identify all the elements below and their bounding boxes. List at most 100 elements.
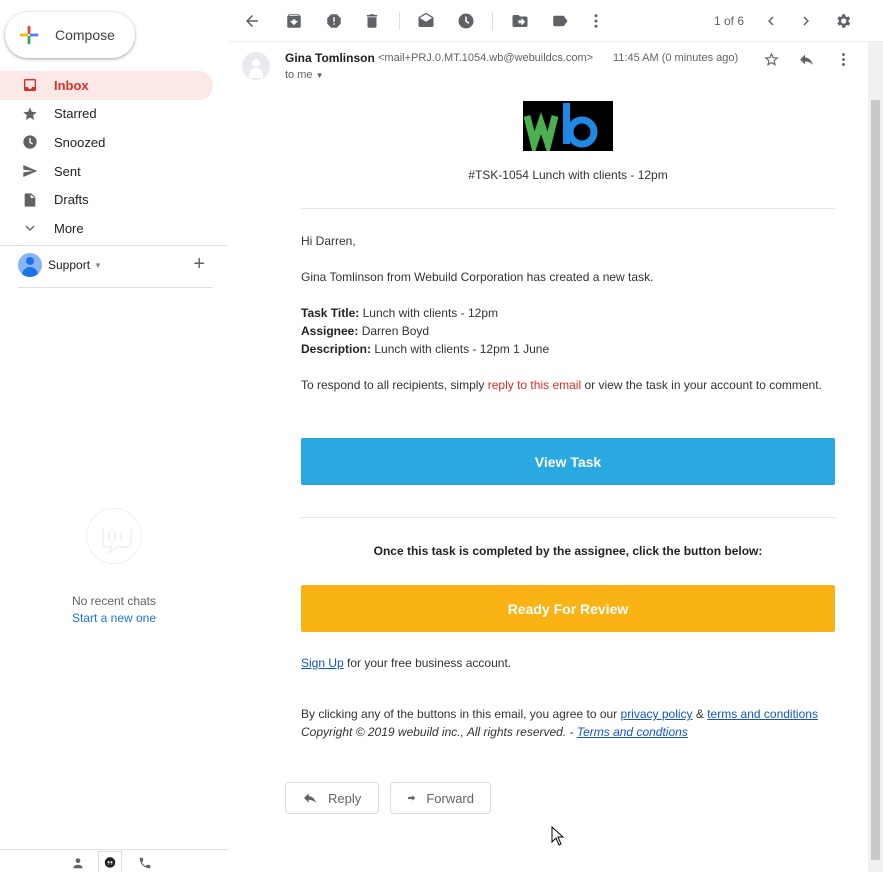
hangouts-icon[interactable] bbox=[98, 851, 122, 872]
sidebar-item-label: Snoozed bbox=[54, 134, 106, 150]
sign-up-link[interactable]: Sign Up bbox=[301, 656, 344, 670]
scrollbar-thumb[interactable] bbox=[871, 100, 880, 860]
draft-icon bbox=[22, 192, 38, 208]
terms-link[interactable]: terms and conditions bbox=[707, 707, 818, 721]
task-title-label: Task Title: bbox=[301, 306, 360, 320]
move-to-icon[interactable] bbox=[510, 11, 530, 31]
description-row: Description: Lunch with clients - 12pm 1… bbox=[301, 340, 835, 358]
snooze-icon[interactable] bbox=[456, 11, 476, 31]
respond-text: To respond to all recipients, simply rep… bbox=[301, 376, 835, 394]
reply-icon bbox=[304, 793, 316, 804]
sidebar-item-label: Starred bbox=[54, 106, 97, 122]
no-chats-text: No recent chats bbox=[71, 594, 157, 608]
sender-email: <mail+PRJ.0.MT.1054.wb@webuildcs.com> bbox=[378, 52, 594, 64]
sidebar-item-drafts[interactable]: Drafts bbox=[0, 185, 213, 214]
chevron-down-icon bbox=[22, 220, 38, 236]
assignee-label: Assignee: bbox=[301, 324, 359, 338]
back-arrow-icon[interactable] bbox=[242, 11, 262, 31]
more-vert-icon[interactable] bbox=[586, 11, 606, 31]
forward-button[interactable]: Forward bbox=[390, 782, 491, 814]
chat-account[interactable]: Support ▼ + bbox=[18, 252, 213, 278]
compose-plus-icon bbox=[19, 25, 39, 45]
legal-prefix: By clicking any of the buttons in this e… bbox=[301, 707, 621, 721]
toolbar-separator bbox=[492, 12, 493, 30]
sidebar-item-inbox[interactable]: Inbox bbox=[0, 71, 213, 100]
pagination-text: 1 of 6 bbox=[714, 14, 745, 28]
task-subject: #TSK-1054 Lunch with clients - 12pm bbox=[468, 168, 668, 182]
message-toolbar: 1 of 6 bbox=[228, 0, 883, 42]
send-icon bbox=[22, 163, 38, 179]
sidebar-item-more[interactable]: More bbox=[0, 214, 213, 243]
copyright-text: Copyright © 2019 webuild inc., All right… bbox=[301, 723, 835, 741]
forward-label: Forward bbox=[426, 790, 474, 806]
caret-down-icon: ▼ bbox=[315, 71, 324, 80]
sidebar-item-label: Inbox bbox=[54, 77, 89, 93]
intro-text: Gina Tomlinson from Webuild Corporation … bbox=[301, 270, 654, 284]
compose-button[interactable]: Compose bbox=[5, 12, 135, 58]
webuild-logo bbox=[523, 101, 613, 157]
online-status-icon bbox=[18, 252, 27, 261]
clock-icon bbox=[22, 134, 38, 150]
label-icon[interactable] bbox=[550, 11, 570, 31]
reply-label: Reply bbox=[328, 790, 362, 806]
terms-conditions-link[interactable]: Terms and condtions bbox=[577, 725, 688, 739]
inbox-icon bbox=[22, 77, 38, 93]
recipient-details[interactable]: to me ▼ bbox=[285, 69, 324, 81]
divider bbox=[301, 208, 835, 209]
assignee-row: Assignee: Darren Boyd bbox=[301, 322, 835, 340]
forward-icon bbox=[408, 795, 416, 801]
chat-divider bbox=[18, 287, 213, 288]
respond-pre: To respond to all recipients, simply bbox=[301, 378, 488, 392]
settings-gear-icon[interactable] bbox=[833, 11, 853, 31]
legal-amp: & bbox=[692, 707, 708, 721]
mouse-cursor-icon bbox=[551, 826, 565, 846]
chat-empty-state: No recent chats Start a new one bbox=[0, 508, 228, 625]
respond-post: or view the task in your account to comm… bbox=[581, 378, 822, 392]
start-chat-link[interactable]: Start a new one bbox=[0, 611, 228, 625]
chevron-left-icon[interactable] bbox=[761, 11, 781, 31]
chat-bottom-bar bbox=[0, 849, 228, 872]
sidebar-divider bbox=[0, 245, 228, 246]
toolbar-separator bbox=[399, 12, 400, 30]
archive-icon[interactable] bbox=[284, 11, 304, 31]
message-view: Gina Tomlinson <mail+PRJ.0.MT.1054.wb@we… bbox=[228, 42, 868, 872]
sidebar-nav: Inbox Starred Snoozed Sent Drafts More bbox=[0, 71, 228, 243]
greeting: Hi Darren, bbox=[301, 234, 356, 248]
reply-button[interactable]: Reply bbox=[285, 782, 379, 814]
sender-avatar bbox=[242, 52, 270, 80]
task-title-row: Task Title: Lunch with clients - 12pm bbox=[301, 304, 835, 322]
sidebar-item-sent[interactable]: Sent bbox=[0, 157, 213, 186]
report-spam-icon[interactable] bbox=[324, 11, 344, 31]
sidebar-item-snoozed[interactable]: Snoozed bbox=[0, 128, 213, 157]
privacy-policy-link[interactable]: privacy policy bbox=[621, 707, 693, 721]
star-icon bbox=[22, 106, 38, 122]
mark-unread-icon[interactable] bbox=[416, 11, 436, 31]
contacts-icon[interactable] bbox=[66, 853, 90, 872]
email-timestamp: 11:45 AM (0 minutes ago) bbox=[613, 52, 739, 64]
view-task-button[interactable]: View Task bbox=[301, 438, 835, 485]
sidebar-item-label: Drafts bbox=[54, 192, 89, 208]
chat-bubble-icon bbox=[86, 508, 142, 564]
reply-to-email-link[interactable]: reply to this email bbox=[488, 378, 581, 392]
star-outline-icon[interactable] bbox=[761, 49, 781, 69]
sidebar-item-label: Sent bbox=[54, 163, 81, 179]
sidebar-item-label: More bbox=[54, 220, 84, 236]
copyright-prefix: Copyright © 2019 webuild inc., All right… bbox=[301, 725, 577, 739]
reply-icon[interactable] bbox=[796, 49, 816, 69]
divider bbox=[301, 517, 835, 518]
signup-suffix: for your free business account. bbox=[343, 656, 512, 670]
description-label: Description: bbox=[301, 342, 372, 356]
more-vert-icon[interactable] bbox=[833, 49, 853, 69]
sender-name[interactable]: Gina Tomlinson bbox=[285, 51, 375, 65]
chevron-right-icon[interactable] bbox=[796, 11, 816, 31]
completed-instruction: Once this task is completed by the assig… bbox=[373, 544, 763, 558]
recipient-text: to me bbox=[285, 69, 313, 81]
phone-icon[interactable] bbox=[133, 853, 157, 872]
add-chat-icon[interactable]: + bbox=[193, 253, 205, 275]
ready-for-review-button[interactable]: Ready For Review bbox=[301, 585, 835, 632]
task-title-value: Lunch with clients - 12pm bbox=[362, 306, 498, 320]
delete-icon[interactable] bbox=[362, 11, 382, 31]
sidebar-item-starred[interactable]: Starred bbox=[0, 100, 213, 129]
chat-account-name: Support bbox=[48, 258, 91, 272]
signup-text: Sign Up for your free business account. bbox=[301, 654, 835, 672]
